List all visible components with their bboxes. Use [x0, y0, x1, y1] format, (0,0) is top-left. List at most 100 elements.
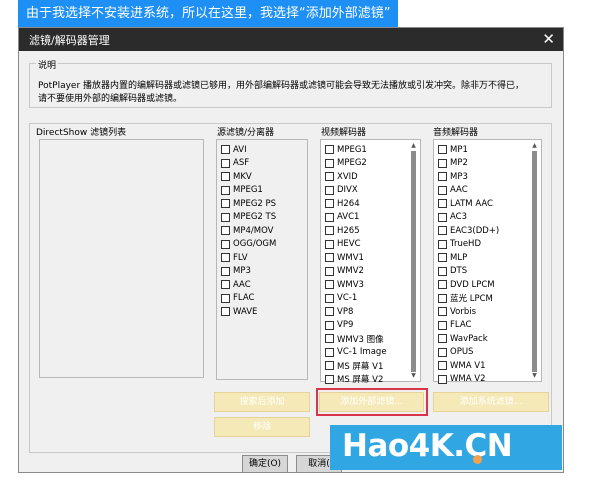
checkbox[interactable] [325, 199, 334, 209]
checkbox[interactable] [325, 266, 334, 276]
checkbox[interactable] [438, 266, 447, 276]
codec-list-item[interactable]: FLAC [438, 319, 499, 333]
audio-list-scrollbar[interactable]: ▲ ▼ [530, 141, 539, 380]
codec-list-item[interactable]: WMA V2 [438, 373, 499, 387]
checkbox[interactable] [438, 185, 447, 195]
codec-list-item[interactable]: AVC1 [325, 211, 387, 225]
checkbox[interactable] [221, 280, 230, 290]
checkbox[interactable] [221, 307, 230, 317]
checkbox[interactable] [438, 226, 447, 236]
checkbox[interactable] [325, 361, 334, 371]
codec-list-item[interactable]: MP4/MOV [221, 224, 276, 238]
codec-list-item[interactable]: LATM AAC [438, 197, 499, 211]
checkbox[interactable] [221, 226, 230, 236]
codec-list-item[interactable]: MS 屏幕 V2 [325, 373, 387, 387]
checkbox[interactable] [438, 158, 447, 168]
scroll-thumb[interactable] [532, 151, 537, 372]
checkbox[interactable] [325, 239, 334, 249]
checkbox[interactable] [221, 172, 230, 182]
codec-list-item[interactable]: H265 [325, 224, 387, 238]
codec-list-item[interactable]: MS 屏幕 V1 [325, 359, 387, 373]
codec-list-item[interactable]: FLAC [221, 292, 276, 306]
codec-list-item[interactable]: MPEG2 [325, 157, 387, 171]
codec-list-item[interactable]: DIVX [325, 184, 387, 198]
codec-list-item[interactable]: WMV3 [325, 278, 387, 292]
codec-list-item[interactable]: OPUS [438, 346, 499, 360]
codec-list-item[interactable]: WAVE [221, 305, 276, 319]
codec-list-item[interactable]: MP2 [438, 157, 499, 171]
checkbox[interactable] [325, 185, 334, 195]
codec-list-item[interactable]: AC3 [438, 211, 499, 225]
scroll-up-arrow-icon[interactable]: ▲ [530, 141, 539, 150]
checkbox[interactable] [221, 266, 230, 276]
checkbox[interactable] [221, 293, 230, 303]
checkbox[interactable] [438, 320, 447, 330]
checkbox[interactable] [221, 145, 230, 155]
codec-list-item[interactable]: AVI [221, 143, 276, 157]
add-system-filter-button[interactable]: 添加系统滤镜... [433, 392, 549, 412]
codec-list-item[interactable]: MPEG2 TS [221, 211, 276, 225]
checkbox[interactable] [221, 199, 230, 209]
codec-list-item[interactable]: TrueHD [438, 238, 499, 252]
codec-list-item[interactable]: DVD LPCM [438, 278, 499, 292]
codec-list-item[interactable]: VC-1 Image [325, 346, 387, 360]
checkbox[interactable] [438, 212, 447, 222]
checkbox[interactable] [438, 347, 447, 357]
checkbox[interactable] [325, 320, 334, 330]
codec-list-item[interactable]: MP3 [438, 170, 499, 184]
checkbox[interactable] [438, 361, 447, 371]
checkbox[interactable] [325, 172, 334, 182]
checkbox[interactable] [325, 253, 334, 263]
checkbox[interactable] [325, 280, 334, 290]
codec-list-item[interactable]: MLP [438, 251, 499, 265]
codec-list-item[interactable]: FLV [221, 251, 276, 265]
close-icon[interactable]: ✕ [542, 29, 555, 49]
checkbox[interactable] [325, 347, 334, 357]
checkbox[interactable] [221, 253, 230, 263]
remove-button[interactable]: 移除 [214, 417, 310, 437]
codec-list-item[interactable]: MP1 [438, 143, 499, 157]
codec-list-item[interactable]: VC-1 [325, 292, 387, 306]
checkbox[interactable] [325, 334, 334, 344]
codec-list-item[interactable]: WMV3 图像 [325, 332, 387, 346]
checkbox[interactable] [438, 280, 447, 290]
checkbox[interactable] [221, 239, 230, 249]
checkbox[interactable] [325, 145, 334, 155]
scroll-thumb[interactable] [411, 151, 416, 372]
checkbox[interactable] [325, 374, 334, 384]
checkbox[interactable] [438, 145, 447, 155]
checkbox[interactable] [325, 307, 334, 317]
codec-list-item[interactable]: MP3 [221, 265, 276, 279]
checkbox[interactable] [438, 307, 447, 317]
checkbox[interactable] [325, 158, 334, 168]
checkbox[interactable] [438, 172, 447, 182]
ok-button[interactable]: 确定(O) [242, 455, 288, 473]
checkbox[interactable] [438, 374, 447, 384]
scroll-up-arrow-icon[interactable]: ▲ [409, 141, 418, 150]
codec-list-item[interactable]: H264 [325, 197, 387, 211]
checkbox[interactable] [325, 293, 334, 303]
codec-list-item[interactable]: XVID [325, 170, 387, 184]
codec-list-item[interactable]: VP8 [325, 305, 387, 319]
codec-list-item[interactable]: WMV2 [325, 265, 387, 279]
codec-list-item[interactable]: MPEG1 [221, 184, 276, 198]
checkbox[interactable] [438, 253, 447, 263]
checkbox[interactable] [438, 334, 447, 344]
checkbox[interactable] [221, 158, 230, 168]
checkbox[interactable] [438, 199, 447, 209]
checkbox[interactable] [221, 185, 230, 195]
search-and-add-button[interactable]: 搜索后添加 [214, 392, 310, 412]
codec-list-item[interactable]: DTS [438, 265, 499, 279]
codec-list-item[interactable]: MPEG1 [325, 143, 387, 157]
codec-list-item[interactable]: MKV [221, 170, 276, 184]
codec-list-item[interactable]: ASF [221, 157, 276, 171]
video-list-scrollbar[interactable]: ▲ ▼ [409, 141, 418, 380]
codec-list-item[interactable]: WMV1 [325, 251, 387, 265]
scroll-down-arrow-icon[interactable]: ▼ [530, 371, 539, 380]
codec-list-item[interactable]: AAC [438, 184, 499, 198]
checkbox[interactable] [325, 212, 334, 222]
codec-list-item[interactable]: AAC [221, 278, 276, 292]
codec-list-item[interactable]: OGG/OGM [221, 238, 276, 252]
codec-list-item[interactable]: EAC3(DD+) [438, 224, 499, 238]
checkbox[interactable] [221, 212, 230, 222]
